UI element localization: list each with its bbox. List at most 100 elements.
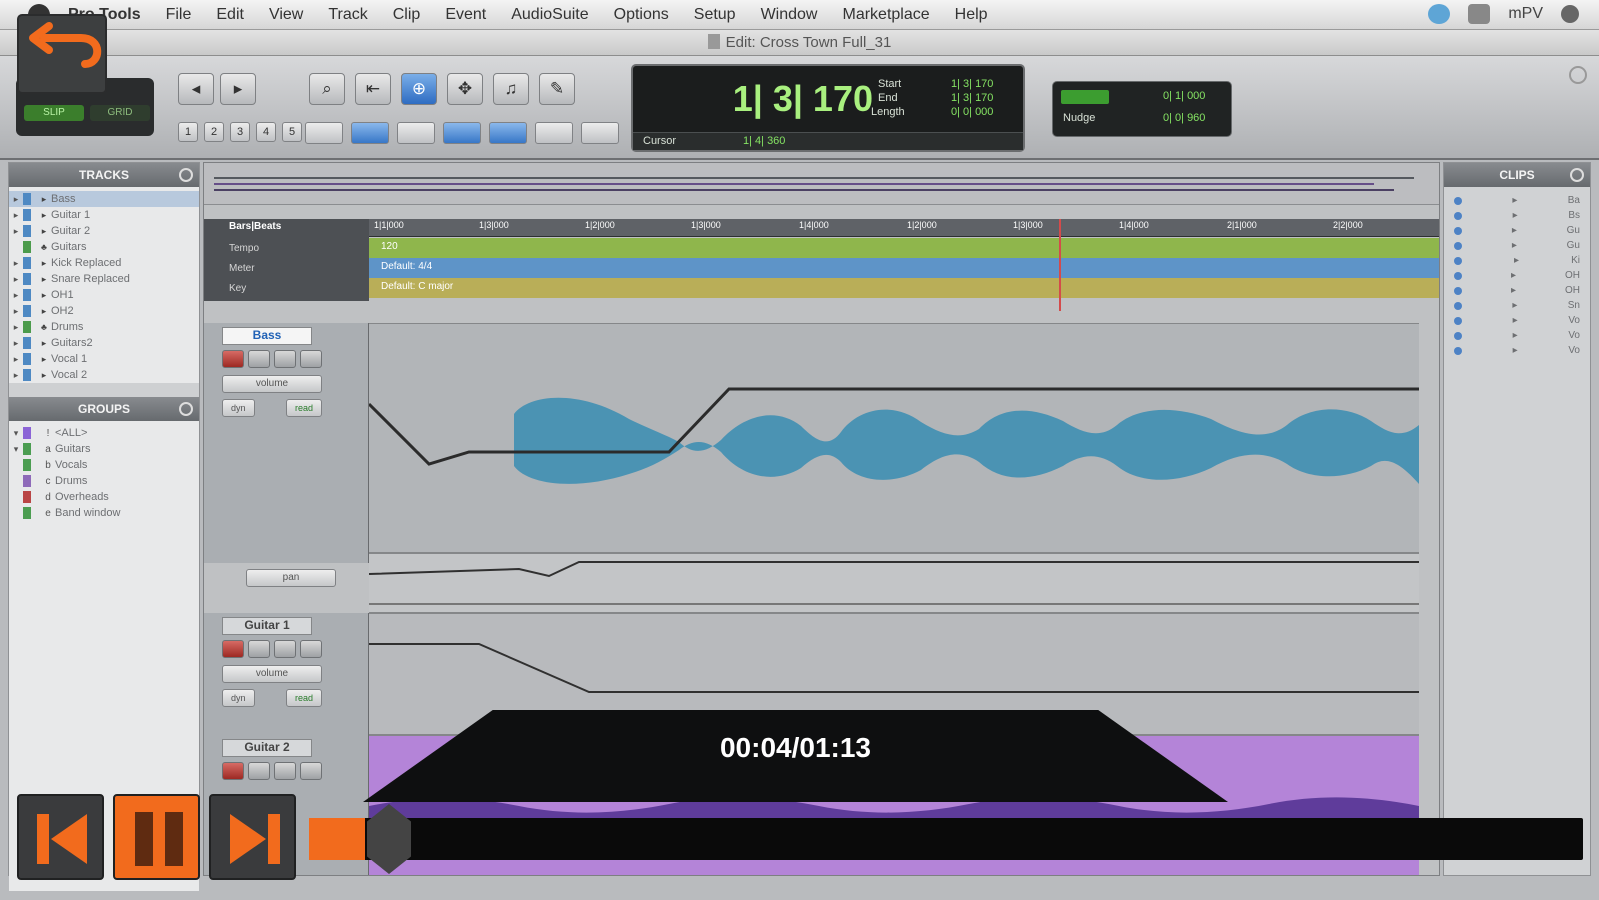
feature-button-7[interactable] xyxy=(581,122,619,144)
main-counter-value[interactable]: 1| 3| 170 xyxy=(693,78,873,120)
menu-help[interactable]: Help xyxy=(955,6,988,24)
bars-beats-ruler[interactable]: 1|1|000 1|3|000 1|2|000 1|3|000 1|4|000 … xyxy=(369,219,1439,237)
clip-list-item[interactable]: ▸ OH xyxy=(1444,283,1590,298)
zoom-preset-4[interactable]: 4 xyxy=(256,122,276,142)
trim-tool-icon[interactable]: ⇤ xyxy=(355,73,391,105)
group-list-item[interactable]: ▾! <ALL> xyxy=(9,425,199,441)
track-name-guitar-1[interactable]: Guitar 1 xyxy=(222,617,312,635)
menu-audiosuite[interactable]: AudioSuite xyxy=(511,6,588,24)
automation-view-select[interactable]: volume xyxy=(222,375,322,393)
nudge-value[interactable]: 0| 0| 960 xyxy=(1163,112,1205,124)
zoom-preset-1[interactable]: 1 xyxy=(178,122,198,142)
bass-audio-lane[interactable] xyxy=(369,323,1419,553)
zoomer-tool-icon[interactable]: ⌕ xyxy=(309,73,345,105)
automation-view-select[interactable]: volume xyxy=(222,665,322,683)
clip-list-item[interactable]: ▸ OH xyxy=(1444,268,1590,283)
track-list-item[interactable]: ▸ ▸ Guitar 2 xyxy=(9,223,199,239)
record-enable-button[interactable] xyxy=(222,350,244,368)
track-list-item[interactable]: ▸ ▸ Snare Replaced xyxy=(9,271,199,287)
menu-options[interactable]: Options xyxy=(614,6,669,24)
clip-list-item[interactable]: ▸ Ki xyxy=(1444,253,1590,268)
user-name[interactable]: mPV xyxy=(1508,5,1543,23)
record-enable-button[interactable] xyxy=(222,762,244,780)
camera-icon[interactable] xyxy=(1468,4,1491,24)
selector-tool-icon[interactable]: ⊕ xyxy=(401,73,437,105)
bass-pan-lane[interactable] xyxy=(369,553,1419,613)
track-list-item[interactable]: ▸ ▸ Vocal 2 xyxy=(9,367,199,383)
clip-list-item[interactable]: ▸ Sn xyxy=(1444,298,1590,313)
next-button[interactable] xyxy=(209,794,296,880)
menu-window[interactable]: Window xyxy=(761,6,818,24)
feature-button-6[interactable] xyxy=(535,122,573,144)
feature-button-2[interactable] xyxy=(351,122,389,144)
zoom-preset-3[interactable]: 3 xyxy=(230,122,250,142)
mute-button[interactable] xyxy=(300,640,322,658)
dyn-button[interactable]: dyn xyxy=(222,689,255,707)
slip-mode-button[interactable]: SLIP xyxy=(24,105,84,121)
zoom-in-icon[interactable]: ▸ xyxy=(220,73,256,105)
clip-list-item[interactable]: ▸ Gu xyxy=(1444,223,1590,238)
feature-button-3[interactable] xyxy=(397,122,435,144)
track-list-item[interactable]: ▸ ▸ OH1 xyxy=(9,287,199,303)
zoom-out-icon[interactable]: ◂ xyxy=(178,73,214,105)
groups-menu-icon[interactable] xyxy=(179,402,193,416)
meter-ruler[interactable]: Default: 4/4 xyxy=(369,258,1439,278)
mute-button[interactable] xyxy=(300,350,322,368)
menu-clip[interactable]: Clip xyxy=(393,6,421,24)
input-monitor-button[interactable] xyxy=(248,350,270,368)
menu-file[interactable]: File xyxy=(166,6,192,24)
sync-icon[interactable] xyxy=(1428,4,1451,24)
dyn-button[interactable]: dyn xyxy=(222,399,255,417)
timeline-scrubber[interactable] xyxy=(367,804,411,874)
end-value[interactable]: 1| 3| 170 xyxy=(951,92,993,104)
track-name-bass[interactable]: Bass xyxy=(222,327,312,345)
track-list-item[interactable]: ▸ ▸ Guitars2 xyxy=(9,335,199,351)
clip-list-item[interactable]: ▸ Vo xyxy=(1444,313,1590,328)
zoom-preset-5[interactable]: 5 xyxy=(282,122,302,142)
tempo-ruler[interactable]: 120 xyxy=(369,238,1439,258)
key-ruler[interactable]: Default: C major xyxy=(369,278,1439,298)
clip-list-item[interactable]: ▸ Vo xyxy=(1444,343,1590,358)
automation-mode-select[interactable]: read xyxy=(285,689,322,707)
feature-button-1[interactable] xyxy=(305,122,343,144)
clip-list-item[interactable]: ▸ Bs xyxy=(1444,208,1590,223)
group-list-item[interactable]: c Drums xyxy=(9,473,199,489)
solo-button[interactable] xyxy=(274,640,296,658)
menu-marketplace[interactable]: Marketplace xyxy=(842,6,929,24)
toolbar-close-icon[interactable] xyxy=(1569,66,1587,84)
menu-view[interactable]: View xyxy=(269,6,303,24)
length-value[interactable]: 0| 0| 000 xyxy=(951,106,993,118)
grid-value[interactable]: 0| 1| 000 xyxy=(1163,90,1205,102)
track-list-item[interactable]: ♣ Guitars xyxy=(9,239,199,255)
group-list-item[interactable]: b Vocals xyxy=(9,457,199,473)
record-enable-button[interactable] xyxy=(222,640,244,658)
menu-track[interactable]: Track xyxy=(328,6,367,24)
feature-button-4[interactable] xyxy=(443,122,481,144)
clips-menu-icon[interactable] xyxy=(1570,168,1584,182)
grid-mode-button[interactable]: GRID xyxy=(90,105,150,121)
back-button[interactable] xyxy=(17,14,107,94)
track-list-item[interactable]: ▸ ♣ Drums xyxy=(9,319,199,335)
input-monitor-button[interactable] xyxy=(248,762,270,780)
clip-list-item[interactable]: ▸ Gu xyxy=(1444,238,1590,253)
menu-edit[interactable]: Edit xyxy=(216,6,244,24)
start-value[interactable]: 1| 3| 170 xyxy=(951,78,993,90)
playhead-marker[interactable] xyxy=(1059,219,1061,311)
automation-mode-select[interactable]: read xyxy=(285,399,322,417)
group-list-item[interactable]: ▾ a Guitars xyxy=(9,441,199,457)
previous-button[interactable] xyxy=(17,794,104,880)
tracks-menu-icon[interactable] xyxy=(179,168,193,182)
pencil-tool-icon[interactable]: ✎ xyxy=(539,73,575,105)
zoom-preset-2[interactable]: 2 xyxy=(204,122,224,142)
mute-button[interactable] xyxy=(300,762,322,780)
pan-lane-select[interactable]: pan xyxy=(246,569,336,587)
menu-event[interactable]: Event xyxy=(445,6,486,24)
track-list-item[interactable]: ▸ ▸ Vocal 1 xyxy=(9,351,199,367)
group-list-item[interactable]: e Band window xyxy=(9,505,199,521)
scrubber-tool-icon[interactable]: ♫ xyxy=(493,73,529,105)
track-list-item[interactable]: ▸ ▸ Bass xyxy=(9,191,199,207)
grabber-tool-icon[interactable]: ✥ xyxy=(447,73,483,105)
track-list-item[interactable]: ▸ ▸ Guitar 1 xyxy=(9,207,199,223)
track-list-item[interactable]: ▸ ▸ Kick Replaced xyxy=(9,255,199,271)
pause-button[interactable] xyxy=(113,794,200,880)
